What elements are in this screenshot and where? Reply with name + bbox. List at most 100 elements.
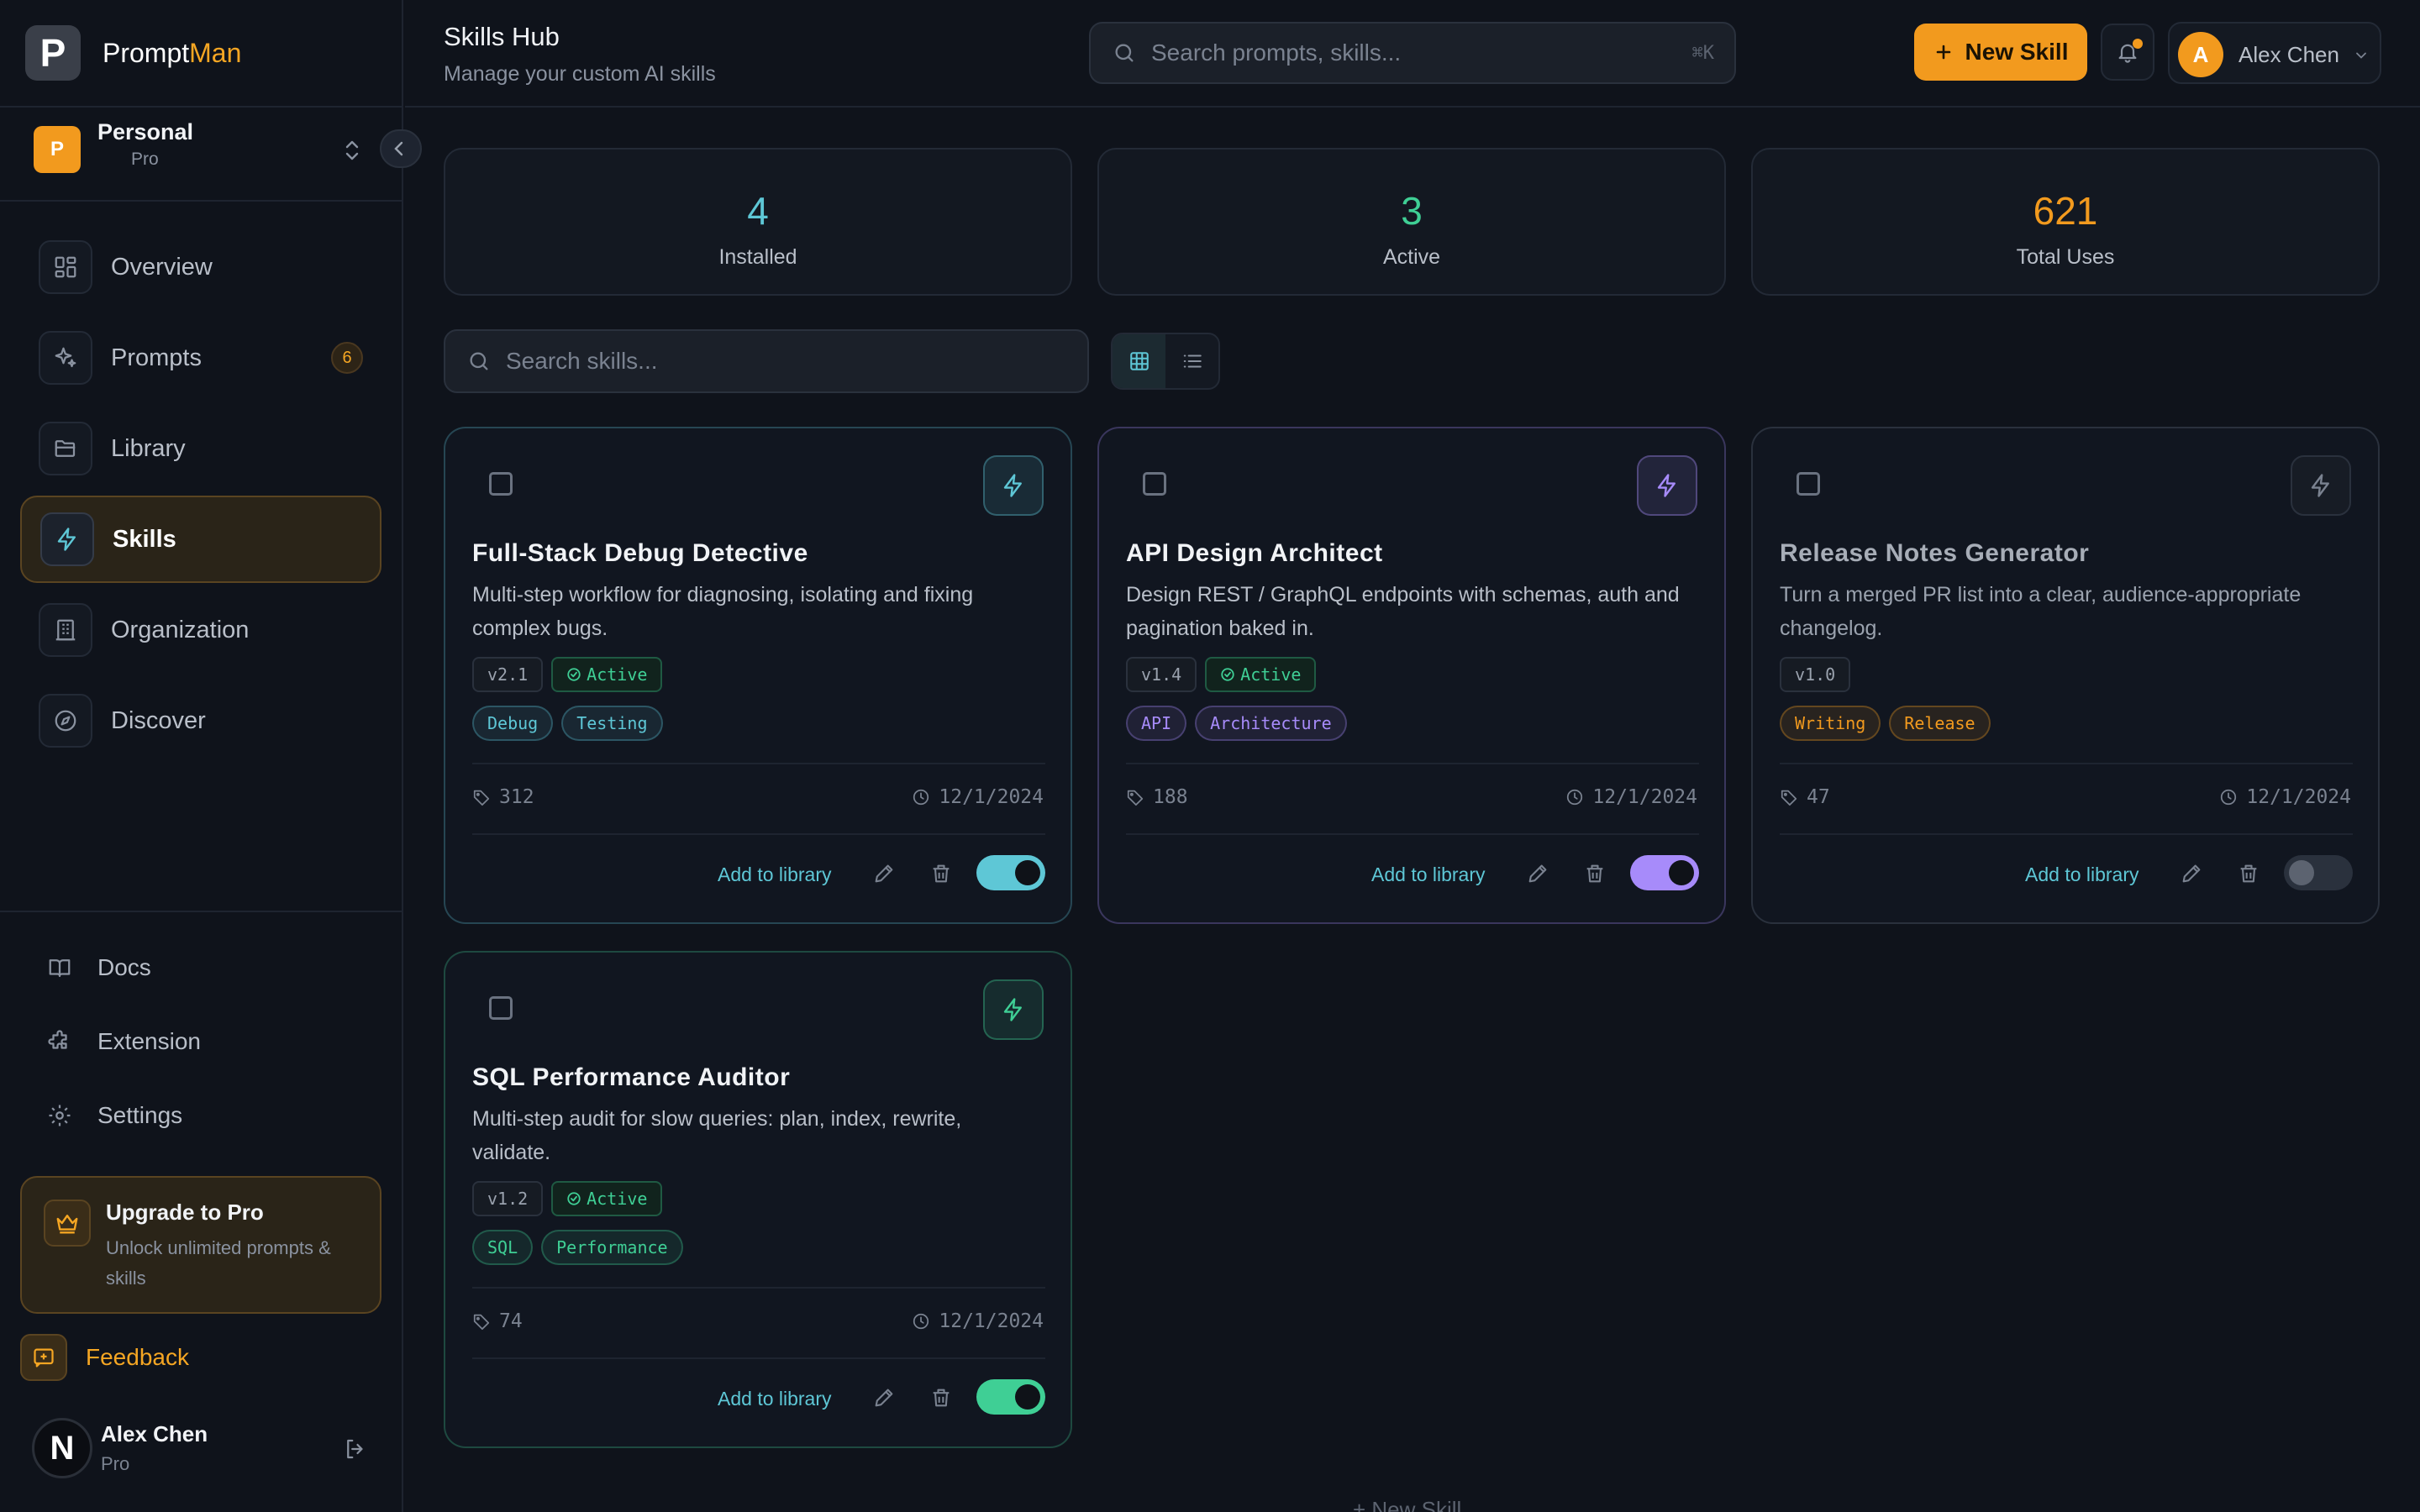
skill-description: Multi-step workflow for diagnosing, isol… <box>472 583 974 640</box>
nav-item-organization[interactable]: Organization <box>20 586 381 674</box>
add-to-library-button[interactable]: Add to library <box>1371 864 1486 886</box>
stat-value: 4 <box>747 189 769 233</box>
skills-search[interactable] <box>444 329 1089 393</box>
tag[interactable]: Writing <box>1780 706 1881 741</box>
pencil-icon[interactable] <box>872 1386 896 1410</box>
footer-label: Docs <box>97 954 151 980</box>
uses-value: 47 <box>1807 786 1830 808</box>
skill-title: API Design Architect <box>1126 539 1383 567</box>
global-search-input[interactable] <box>1151 39 1655 66</box>
collapse-sidebar-button[interactable] <box>380 129 422 168</box>
toggle-knob <box>1015 860 1040 885</box>
skill-title: SQL Performance Auditor <box>472 1063 791 1091</box>
building-icon <box>39 603 92 657</box>
tag[interactable]: Debug <box>472 706 554 741</box>
trash-icon[interactable] <box>2237 862 2260 885</box>
uses-value: 312 <box>499 786 534 808</box>
skill-tags: Writing Release <box>1780 706 1991 741</box>
app-name-accent: Man <box>189 37 242 68</box>
workspace-plan: Pro <box>131 150 159 169</box>
sidebar: P PromptMan P Personal Pro Overview Prom… <box>0 0 422 1512</box>
top-header: Skills Hub Manage your custom AI skills … <box>405 0 2420 108</box>
notifications-button[interactable] <box>2101 24 2154 81</box>
enable-toggle[interactable] <box>2284 855 2353 890</box>
skills-search-input[interactable] <box>506 348 1060 375</box>
page-subtitle: Manage your custom AI skills <box>444 62 716 86</box>
list-view-button[interactable] <box>1165 334 1218 388</box>
toggle-knob <box>2289 860 2314 885</box>
plus-icon <box>1936 45 1950 60</box>
pencil-icon[interactable] <box>2180 862 2203 885</box>
new-skill-button[interactable]: New Skill <box>1914 24 2087 81</box>
nav-item-discover[interactable]: Discover <box>20 677 381 764</box>
skill-card[interactable]: SQL Performance Auditor Multi-step audit… <box>444 951 1072 1448</box>
select-checkbox[interactable] <box>1797 472 1820 496</box>
new-skill-link[interactable]: + New Skill <box>1353 1497 1461 1512</box>
list-icon <box>1183 354 1202 368</box>
nav-label: Prompts <box>111 344 202 371</box>
skill-title: Full-Stack Debug Detective <box>472 539 808 567</box>
skill-tags: SQL Performance <box>472 1230 683 1265</box>
grid-icon <box>1129 352 1149 370</box>
select-checkbox[interactable] <box>1143 472 1166 496</box>
grid-view-button[interactable] <box>1113 334 1165 388</box>
tag[interactable]: Architecture <box>1195 706 1347 741</box>
footer-item-extension[interactable]: Extension <box>47 1028 201 1055</box>
tag[interactable]: API <box>1126 706 1187 741</box>
skill-card[interactable]: Release Notes Generator Turn a merged PR… <box>1751 427 2380 924</box>
trash-icon[interactable] <box>1583 862 1607 885</box>
add-to-library-button[interactable]: Add to library <box>718 864 832 886</box>
check-circle-icon <box>567 1192 581 1205</box>
stat-label: Active <box>1382 245 1441 269</box>
add-to-library-button[interactable]: Add to library <box>2025 864 2139 886</box>
divider <box>472 833 1045 835</box>
trash-icon[interactable] <box>929 1386 953 1410</box>
uses-value: 188 <box>1153 786 1188 808</box>
feedback-button[interactable]: Feedback <box>20 1331 189 1384</box>
nav-item-library[interactable]: Library <box>20 405 381 492</box>
footer-item-settings[interactable]: Settings <box>47 1102 182 1129</box>
brand[interactable]: P PromptMan <box>25 25 241 81</box>
select-checkbox[interactable] <box>489 472 513 496</box>
select-checkbox[interactable] <box>489 996 513 1020</box>
bolt-icon <box>983 979 1044 1040</box>
divider <box>472 763 1045 764</box>
tag[interactable]: Performance <box>541 1230 683 1265</box>
clock-icon <box>913 1313 929 1330</box>
skill-card[interactable]: Full-Stack Debug Detective Multi-step wo… <box>444 427 1072 924</box>
nav-item-overview[interactable]: Overview <box>20 223 381 311</box>
divider <box>1126 833 1699 835</box>
avatar: N <box>32 1418 92 1478</box>
usage-count: 47 <box>1780 786 1830 808</box>
status-badge: Active <box>551 1181 663 1216</box>
nav-item-prompts[interactable]: Prompts 6 <box>20 314 381 402</box>
upgrade-description: Unlock unlimited prompts & skills <box>106 1237 331 1289</box>
tag[interactable]: Release <box>1889 706 1991 741</box>
enable-toggle[interactable] <box>976 855 1045 890</box>
divider <box>1780 763 2353 764</box>
add-to-library-button[interactable]: Add to library <box>718 1388 832 1410</box>
user-menu[interactable]: A Alex Chen <box>2168 22 2381 84</box>
upgrade-card[interactable]: Upgrade to Pro Unlock unlimited prompts … <box>20 1176 381 1314</box>
skill-card[interactable]: API Design Architect Design REST / Graph… <box>1097 427 1726 924</box>
workspace-switcher[interactable]: P Personal Pro <box>0 106 422 202</box>
status-badge: Active <box>1205 657 1317 692</box>
nav-item-skills[interactable]: Skills <box>20 496 381 583</box>
feedback-label: Feedback <box>86 1344 189 1370</box>
bolt-icon <box>983 455 1044 516</box>
enable-toggle[interactable] <box>1630 855 1699 890</box>
tag[interactable]: Testing <box>561 706 663 741</box>
logout-icon[interactable] <box>343 1436 368 1462</box>
stat-installed: 4 Installed <box>444 148 1072 296</box>
pencil-icon[interactable] <box>872 862 896 885</box>
skill-meta: v2.1 Active <box>472 657 663 692</box>
global-search[interactable]: ⌘K <box>1089 22 1736 84</box>
pencil-icon[interactable] <box>1526 862 1549 885</box>
avatar: A <box>2178 32 2223 77</box>
footer-item-docs[interactable]: Docs <box>47 954 151 981</box>
sidebar-user[interactable]: N Alex Chen Pro <box>32 1418 385 1478</box>
workspace-avatar: P <box>34 126 81 173</box>
enable-toggle[interactable] <box>976 1379 1045 1415</box>
tag[interactable]: SQL <box>472 1230 534 1265</box>
trash-icon[interactable] <box>929 862 953 885</box>
